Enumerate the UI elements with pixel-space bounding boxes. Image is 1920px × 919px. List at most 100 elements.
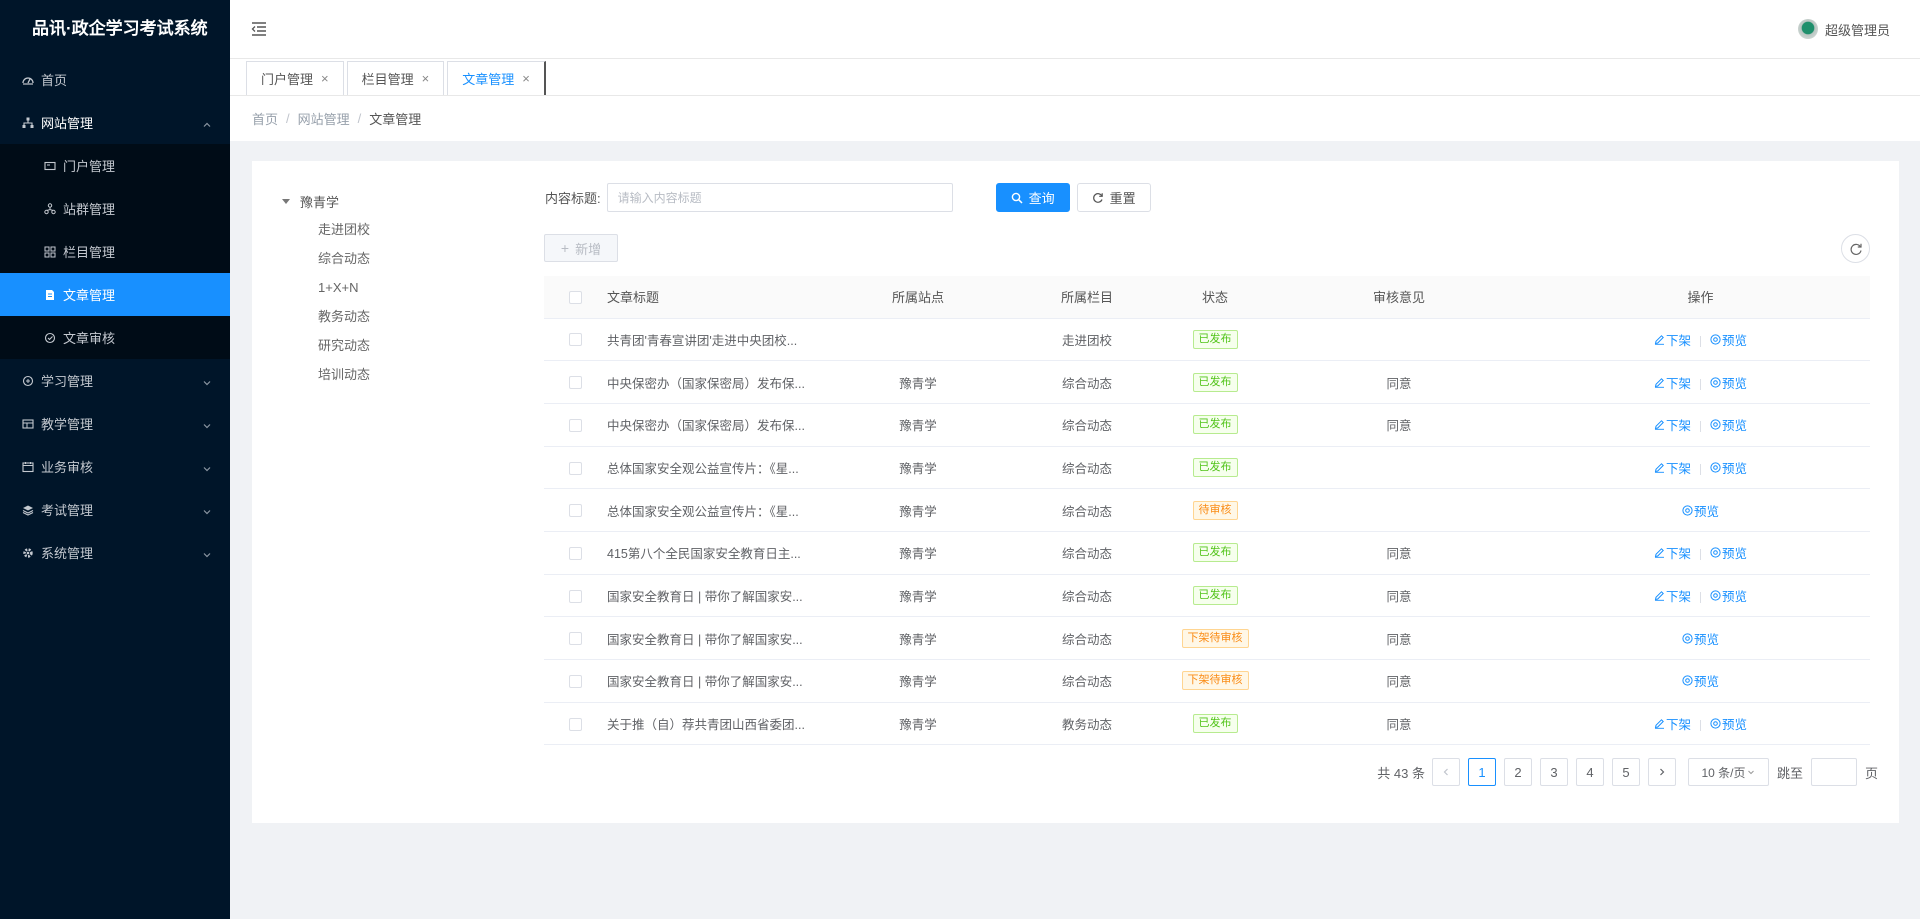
sidebar-item-study[interactable]: 学习管理 xyxy=(0,359,230,402)
sidebar-item-teaching[interactable]: 教学管理 xyxy=(0,402,230,445)
offline-link[interactable]: 下架 xyxy=(1654,330,1691,349)
tree-node[interactable]: 培训动态 xyxy=(280,360,480,389)
row-checkbox[interactable] xyxy=(569,589,582,603)
preview-link[interactable]: 预览 xyxy=(1710,543,1747,562)
breadcrumb: 首页 / 网站管理 / 文章管理 xyxy=(230,96,1920,141)
breadcrumb-home[interactable]: 首页 xyxy=(252,109,278,128)
preview-link[interactable]: 预览 xyxy=(1682,501,1719,520)
preview-icon xyxy=(1682,504,1693,516)
query-button[interactable]: 查询 xyxy=(995,183,1070,212)
offline-link[interactable]: 下架 xyxy=(1654,373,1691,392)
cell-column: 教务动态 xyxy=(1011,702,1163,746)
page-button[interactable]: 3 xyxy=(1539,758,1568,786)
prev-page-button[interactable] xyxy=(1431,758,1460,786)
tree-node[interactable]: 走进团校 xyxy=(280,215,480,244)
close-icon[interactable]: × xyxy=(522,71,530,86)
breadcrumb-current: 文章管理 xyxy=(369,112,422,127)
cell-title: 中央保密办（国家保密局）发布保... xyxy=(607,403,825,447)
row-checkbox[interactable] xyxy=(569,376,582,390)
table-row: 国家安全教育日 | 带你了解国家安... 豫青学 综合动态 下架待审核 同意 预览 xyxy=(544,616,1870,660)
cell-status: 已发布 xyxy=(1163,446,1267,490)
page-button[interactable]: 4 xyxy=(1575,758,1604,786)
close-icon[interactable]: × xyxy=(321,71,329,86)
main-card: 豫青学 走进团校 综合动态 1+X+N 教务动态 研究动态 培训动态 内容标题:… xyxy=(252,161,1899,823)
tree-node[interactable]: 教务动态 xyxy=(280,302,480,331)
sidebar-item-exam[interactable]: 考试管理 xyxy=(0,488,230,531)
breadcrumb-website[interactable]: 网站管理 xyxy=(298,109,350,128)
add-button[interactable]: + 新增 xyxy=(544,234,618,262)
tree-node[interactable]: 综合动态 xyxy=(280,244,480,273)
sidebar-item-columns[interactable]: 栏目管理 xyxy=(0,230,230,273)
preview-link[interactable]: 预览 xyxy=(1710,714,1747,733)
tree-node[interactable]: 研究动态 xyxy=(280,331,480,360)
page-size-select[interactable]: 10 条/页 xyxy=(1687,758,1769,786)
menu-fold-icon[interactable] xyxy=(250,20,268,38)
row-select-cell xyxy=(544,574,607,618)
tree-root[interactable]: 豫青学 xyxy=(280,191,480,211)
page-button[interactable]: 5 xyxy=(1611,758,1640,786)
offline-link[interactable]: 下架 xyxy=(1654,415,1691,434)
cell-status: 已发布 xyxy=(1163,360,1267,404)
preview-link[interactable]: 预览 xyxy=(1710,373,1747,392)
preview-link[interactable]: 预览 xyxy=(1710,586,1747,605)
close-icon[interactable]: × xyxy=(422,71,430,86)
row-checkbox[interactable] xyxy=(569,632,582,646)
breadcrumb-separator: / xyxy=(357,111,362,126)
cell-site: 豫青学 xyxy=(825,574,1011,618)
tab-columns[interactable]: 栏目管理 × xyxy=(346,61,445,95)
page-button[interactable]: 2 xyxy=(1503,758,1532,786)
cell-actions: 下架 预览 xyxy=(1531,446,1870,490)
row-select-cell xyxy=(544,702,607,746)
sidebar-item-sitegroup[interactable]: 站群管理 xyxy=(0,187,230,230)
caret-down-icon[interactable] xyxy=(282,198,290,204)
title-search-input[interactable] xyxy=(606,183,953,212)
row-checkbox[interactable] xyxy=(569,504,582,518)
sidebar-item-portal[interactable]: 门户管理 xyxy=(0,144,230,187)
preview-label: 预览 xyxy=(1722,333,1748,348)
jump-page-input[interactable] xyxy=(1810,758,1857,786)
preview-link[interactable]: 预览 xyxy=(1682,671,1719,690)
row-checkbox[interactable] xyxy=(569,717,582,731)
page-button[interactable]: 1 xyxy=(1467,758,1496,786)
user-menu[interactable]: 超级管理员 xyxy=(1797,19,1890,39)
row-checkbox[interactable] xyxy=(569,461,582,475)
offline-link[interactable]: 下架 xyxy=(1654,586,1691,605)
sidebar-item-system[interactable]: 系统管理 xyxy=(0,531,230,574)
sidebar-item-home[interactable]: 首页 xyxy=(0,58,230,101)
offline-link[interactable]: 下架 xyxy=(1654,714,1691,733)
cell-title: 总体国家安全观公益宣传片：《星... xyxy=(607,446,825,490)
offline-link[interactable]: 下架 xyxy=(1654,458,1691,477)
cell-opinion xyxy=(1267,488,1531,532)
select-all-checkbox[interactable] xyxy=(569,291,582,305)
cell-opinion: 同意 xyxy=(1267,616,1531,660)
sidebar-item-articles[interactable]: 文章管理 xyxy=(0,273,230,316)
tab-portal[interactable]: 门户管理 × xyxy=(246,61,344,95)
cell-site: 豫青学 xyxy=(825,531,1011,575)
tab-articles[interactable]: 文章管理 × xyxy=(447,61,546,95)
preview-link[interactable]: 预览 xyxy=(1710,330,1747,349)
offline-link[interactable]: 下架 xyxy=(1654,543,1691,562)
reset-button[interactable]: 重置 xyxy=(1076,183,1151,212)
preview-link[interactable]: 预览 xyxy=(1710,458,1747,477)
row-checkbox[interactable] xyxy=(569,674,582,688)
table-row: 总体国家安全观公益宣传片：《星... 豫青学 综合动态 已发布 下架 预览 xyxy=(544,446,1870,490)
chevron-down-icon xyxy=(202,419,212,429)
sidebar-item-article-review[interactable]: 文章审核 xyxy=(0,316,230,359)
next-page-button[interactable] xyxy=(1647,758,1676,786)
tree-node[interactable]: 1+X+N xyxy=(280,273,480,302)
row-checkbox[interactable] xyxy=(569,546,582,560)
page-size-value: 10 条/页 xyxy=(1701,765,1746,780)
network-icon xyxy=(21,116,35,130)
row-checkbox[interactable] xyxy=(569,333,582,347)
settings-icon xyxy=(21,546,35,560)
cell-site xyxy=(825,318,1011,362)
tab-label: 栏目管理 xyxy=(361,72,414,87)
refresh-button[interactable] xyxy=(1841,234,1870,263)
sidebar-item-website[interactable]: 网站管理 xyxy=(0,101,230,144)
preview-link[interactable]: 预览 xyxy=(1682,629,1719,648)
sidebar-item-audit[interactable]: 业务审核 xyxy=(0,445,230,488)
cell-site: 豫青学 xyxy=(825,488,1011,532)
row-checkbox[interactable] xyxy=(569,418,582,432)
preview-link[interactable]: 预览 xyxy=(1710,415,1747,434)
header-opinion: 审核意见 xyxy=(1267,276,1531,319)
